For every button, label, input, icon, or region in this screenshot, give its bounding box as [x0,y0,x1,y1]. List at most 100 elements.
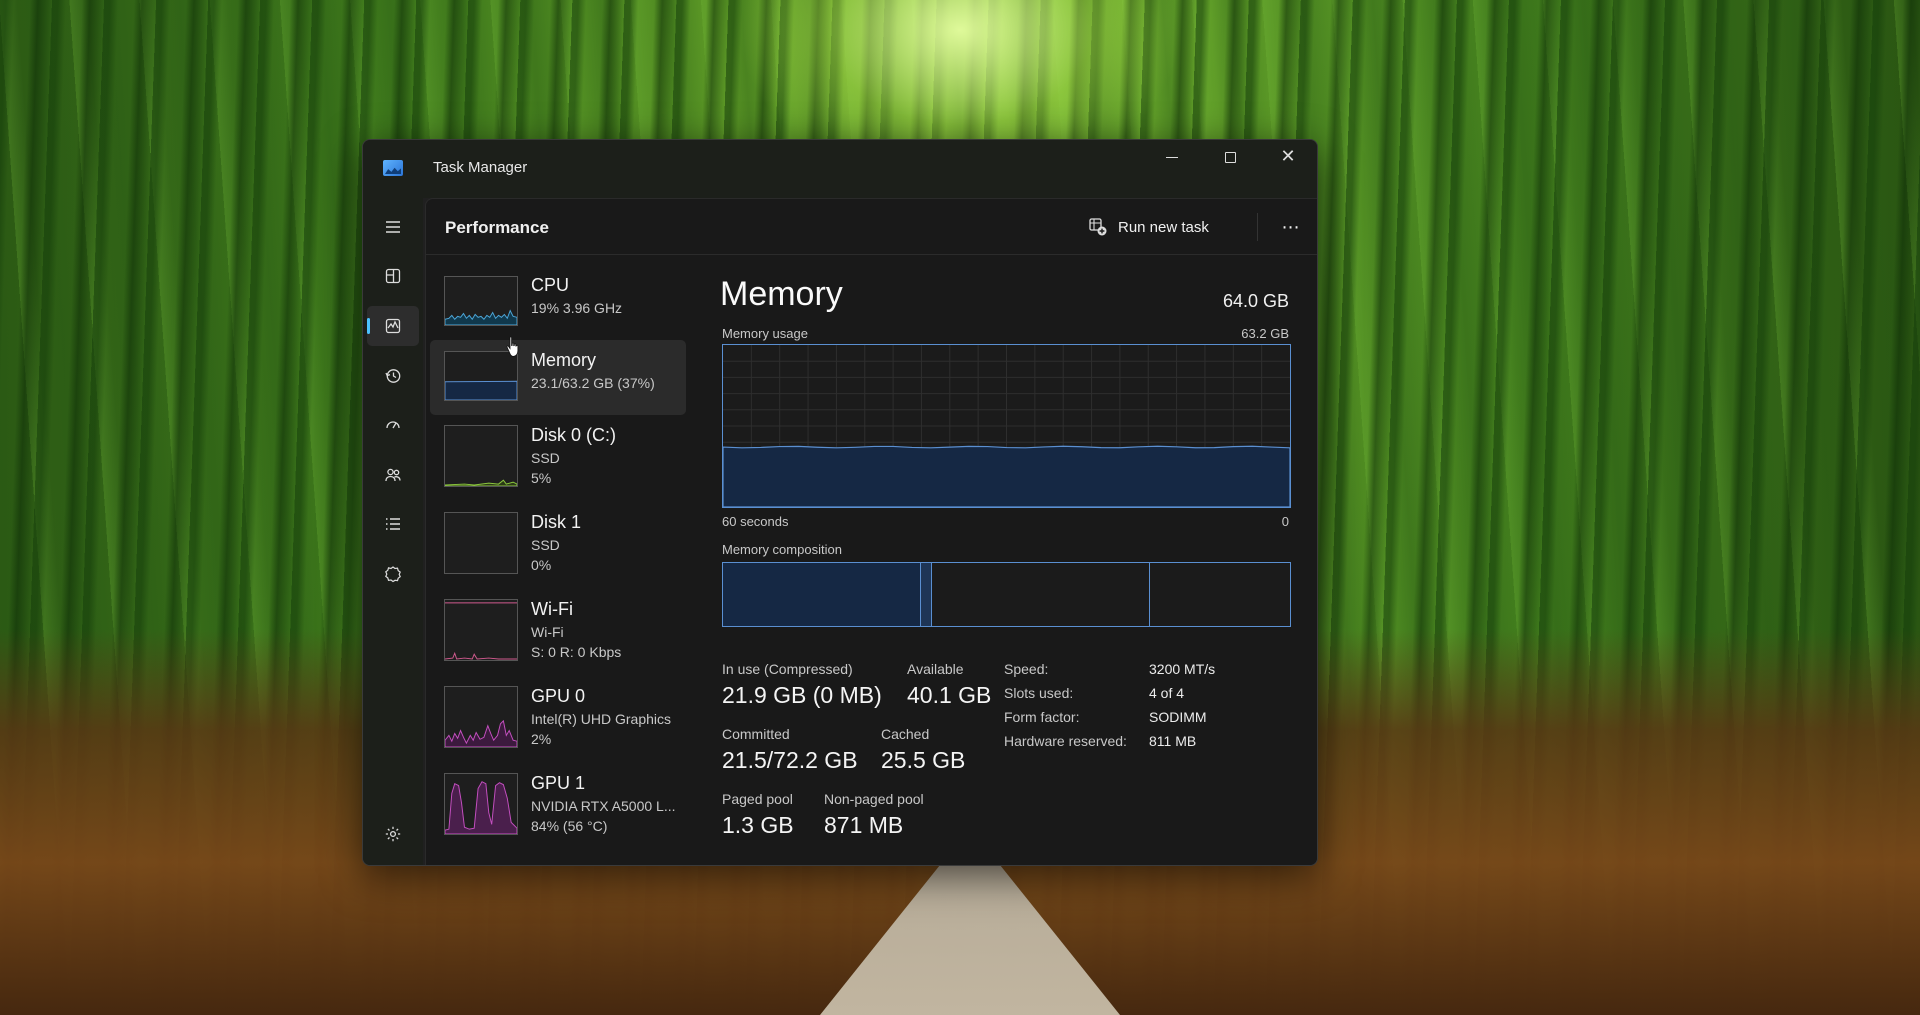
details-icon [386,518,400,530]
minimize-icon [1166,156,1178,158]
cached-value: 25.5 GB [881,747,966,773]
hardware-reserved-label: Hardware reserved: [1004,733,1127,749]
device-wifi-type: Wi-Fi [531,624,564,640]
minimize-button[interactable] [1143,140,1201,174]
graph-time-right: 0 [1281,514,1289,529]
paged-pool-label: Paged pool [722,791,793,807]
non-paged-pool-value: 871 MB [824,812,904,838]
form-factor-label: Form factor: [1004,709,1080,725]
composition-modified-segment [921,563,932,626]
device-disk1-name: Disk 1 [531,512,582,532]
run-new-task-label: Run new task [1118,218,1209,236]
close-button[interactable]: ✕ [1259,140,1317,174]
gpu1-thumbnail-graph [444,773,518,835]
task-manager-window: Task Manager ✕ Performance Run new task … [362,139,1318,866]
settings-icon [385,826,401,842]
device-gpu0-model: Intel(R) UHD Graphics [531,711,672,727]
users-icon [385,468,401,482]
device-memory[interactable]: Memory 23.1/63.2 GB (37%) [430,340,686,415]
nav-performance[interactable] [367,306,419,346]
device-memory-name: Memory [531,350,597,370]
nav-app-history[interactable] [367,356,419,396]
memory-thumbnail-graph [444,351,518,401]
device-disk0-usage: 5% [531,470,552,486]
committed-value: 21.5/72.2 GB [722,747,858,773]
memory-usage-label: Memory usage [722,326,808,341]
device-wifi-throughput: S: 0 R: 0 Kbps [531,644,622,660]
paged-pool-value: 1.3 GB [722,812,794,838]
nav-services[interactable] [367,554,419,594]
title-bar[interactable]: Task Manager ✕ [363,140,1317,198]
more-options-button[interactable]: ⋯ [1271,209,1311,245]
navigation-rail [363,198,423,865]
speed-label: Speed: [1004,661,1049,677]
device-gpu1-model: NVIDIA RTX A5000 L... [531,798,676,814]
window-title: Task Manager [433,159,528,176]
nav-details[interactable] [367,504,419,544]
processes-icon [385,268,401,284]
memory-total: 64.0 GB [1222,291,1289,311]
disk0-thumbnail-graph [444,425,518,487]
startup-apps-icon [386,421,400,429]
device-wifi-name: Wi-Fi [531,599,573,619]
composition-standby-segment [932,563,1150,626]
device-memory-sub: 23.1/63.2 GB (37%) [531,375,655,391]
device-gpu1-name: GPU 1 [531,773,586,793]
graph-time-left: 60 seconds [722,514,789,529]
device-gpu0[interactable]: GPU 0 Intel(R) UHD Graphics 2% [430,676,686,751]
device-cpu-name: CPU [531,275,570,295]
in-use-value: 21.9 GB (0 MB) [722,682,882,708]
disk1-thumbnail-graph [444,512,518,574]
page-title: Performance [445,218,549,237]
device-gpu0-usage: 2% [531,731,552,747]
task-manager-app-icon [383,160,403,176]
device-disk1-type: SSD [531,537,560,553]
nav-hamburger-button[interactable] [367,207,419,247]
speed-value: 3200 MT/s [1149,661,1216,677]
gpu0-thumbnail-graph [444,686,518,748]
content-header: Performance Run new task ⋯ [426,199,1317,255]
form-factor-value: SODIMM [1149,709,1207,725]
run-new-task-icon [1089,218,1107,236]
cached-label: Cached [881,726,930,742]
header-divider [1257,213,1258,241]
run-new-task-button[interactable]: Run new task [1078,209,1219,245]
app-history-icon [385,369,401,383]
services-icon [385,566,401,583]
memory-composition-label: Memory composition [722,542,842,557]
memory-usage-graph [722,344,1291,508]
device-gpu1-usage: 84% (56 °C) [531,818,608,834]
cpu-thumbnail-graph [444,276,518,326]
maximize-icon [1224,151,1236,163]
committed-label: Committed [722,726,790,742]
memory-usage-max: 63.2 GB [1241,326,1289,341]
available-value: 40.1 GB [907,682,992,708]
slots-used-label: Slots used: [1004,685,1074,701]
memory-usage-area [723,445,1290,507]
composition-in-use-segment [723,563,921,626]
in-use-label: In use (Compressed) [722,661,853,677]
nav-users[interactable] [367,455,419,495]
slots-used-value: 4 of 4 [1149,685,1185,701]
memory-composition-bar [722,562,1291,627]
device-disk0[interactable]: Disk 0 (C:) SSD 5% [430,415,686,490]
device-gpu1[interactable]: GPU 1 NVIDIA RTX A5000 L... 84% (56 °C) [430,763,686,838]
device-disk0-type: SSD [531,450,560,466]
maximize-button[interactable] [1201,140,1259,174]
close-icon: ✕ [1280,146,1296,167]
nav-settings[interactable] [367,814,419,854]
device-disk0-name: Disk 0 (C:) [531,425,616,445]
device-disk1-usage: 0% [531,557,552,573]
performance-icon [385,318,401,334]
available-label: Available [907,661,964,677]
device-wifi[interactable]: Wi-Fi Wi-Fi S: 0 R: 0 Kbps [430,589,686,664]
hamburger-menu-icon [386,221,400,233]
device-cpu[interactable]: CPU 19% 3.96 GHz [430,265,686,340]
nav-startup-apps[interactable] [367,405,419,445]
performance-content: Performance Run new task ⋯ CPU 19% 3.96 … [425,198,1317,865]
hardware-reserved-value: 811 MB [1149,733,1197,749]
device-cpu-sub: 19% 3.96 GHz [531,300,623,316]
memory-heading: Memory [720,275,843,313]
nav-processes[interactable] [367,256,419,296]
device-disk1[interactable]: Disk 1 SSD 0% [430,502,686,577]
